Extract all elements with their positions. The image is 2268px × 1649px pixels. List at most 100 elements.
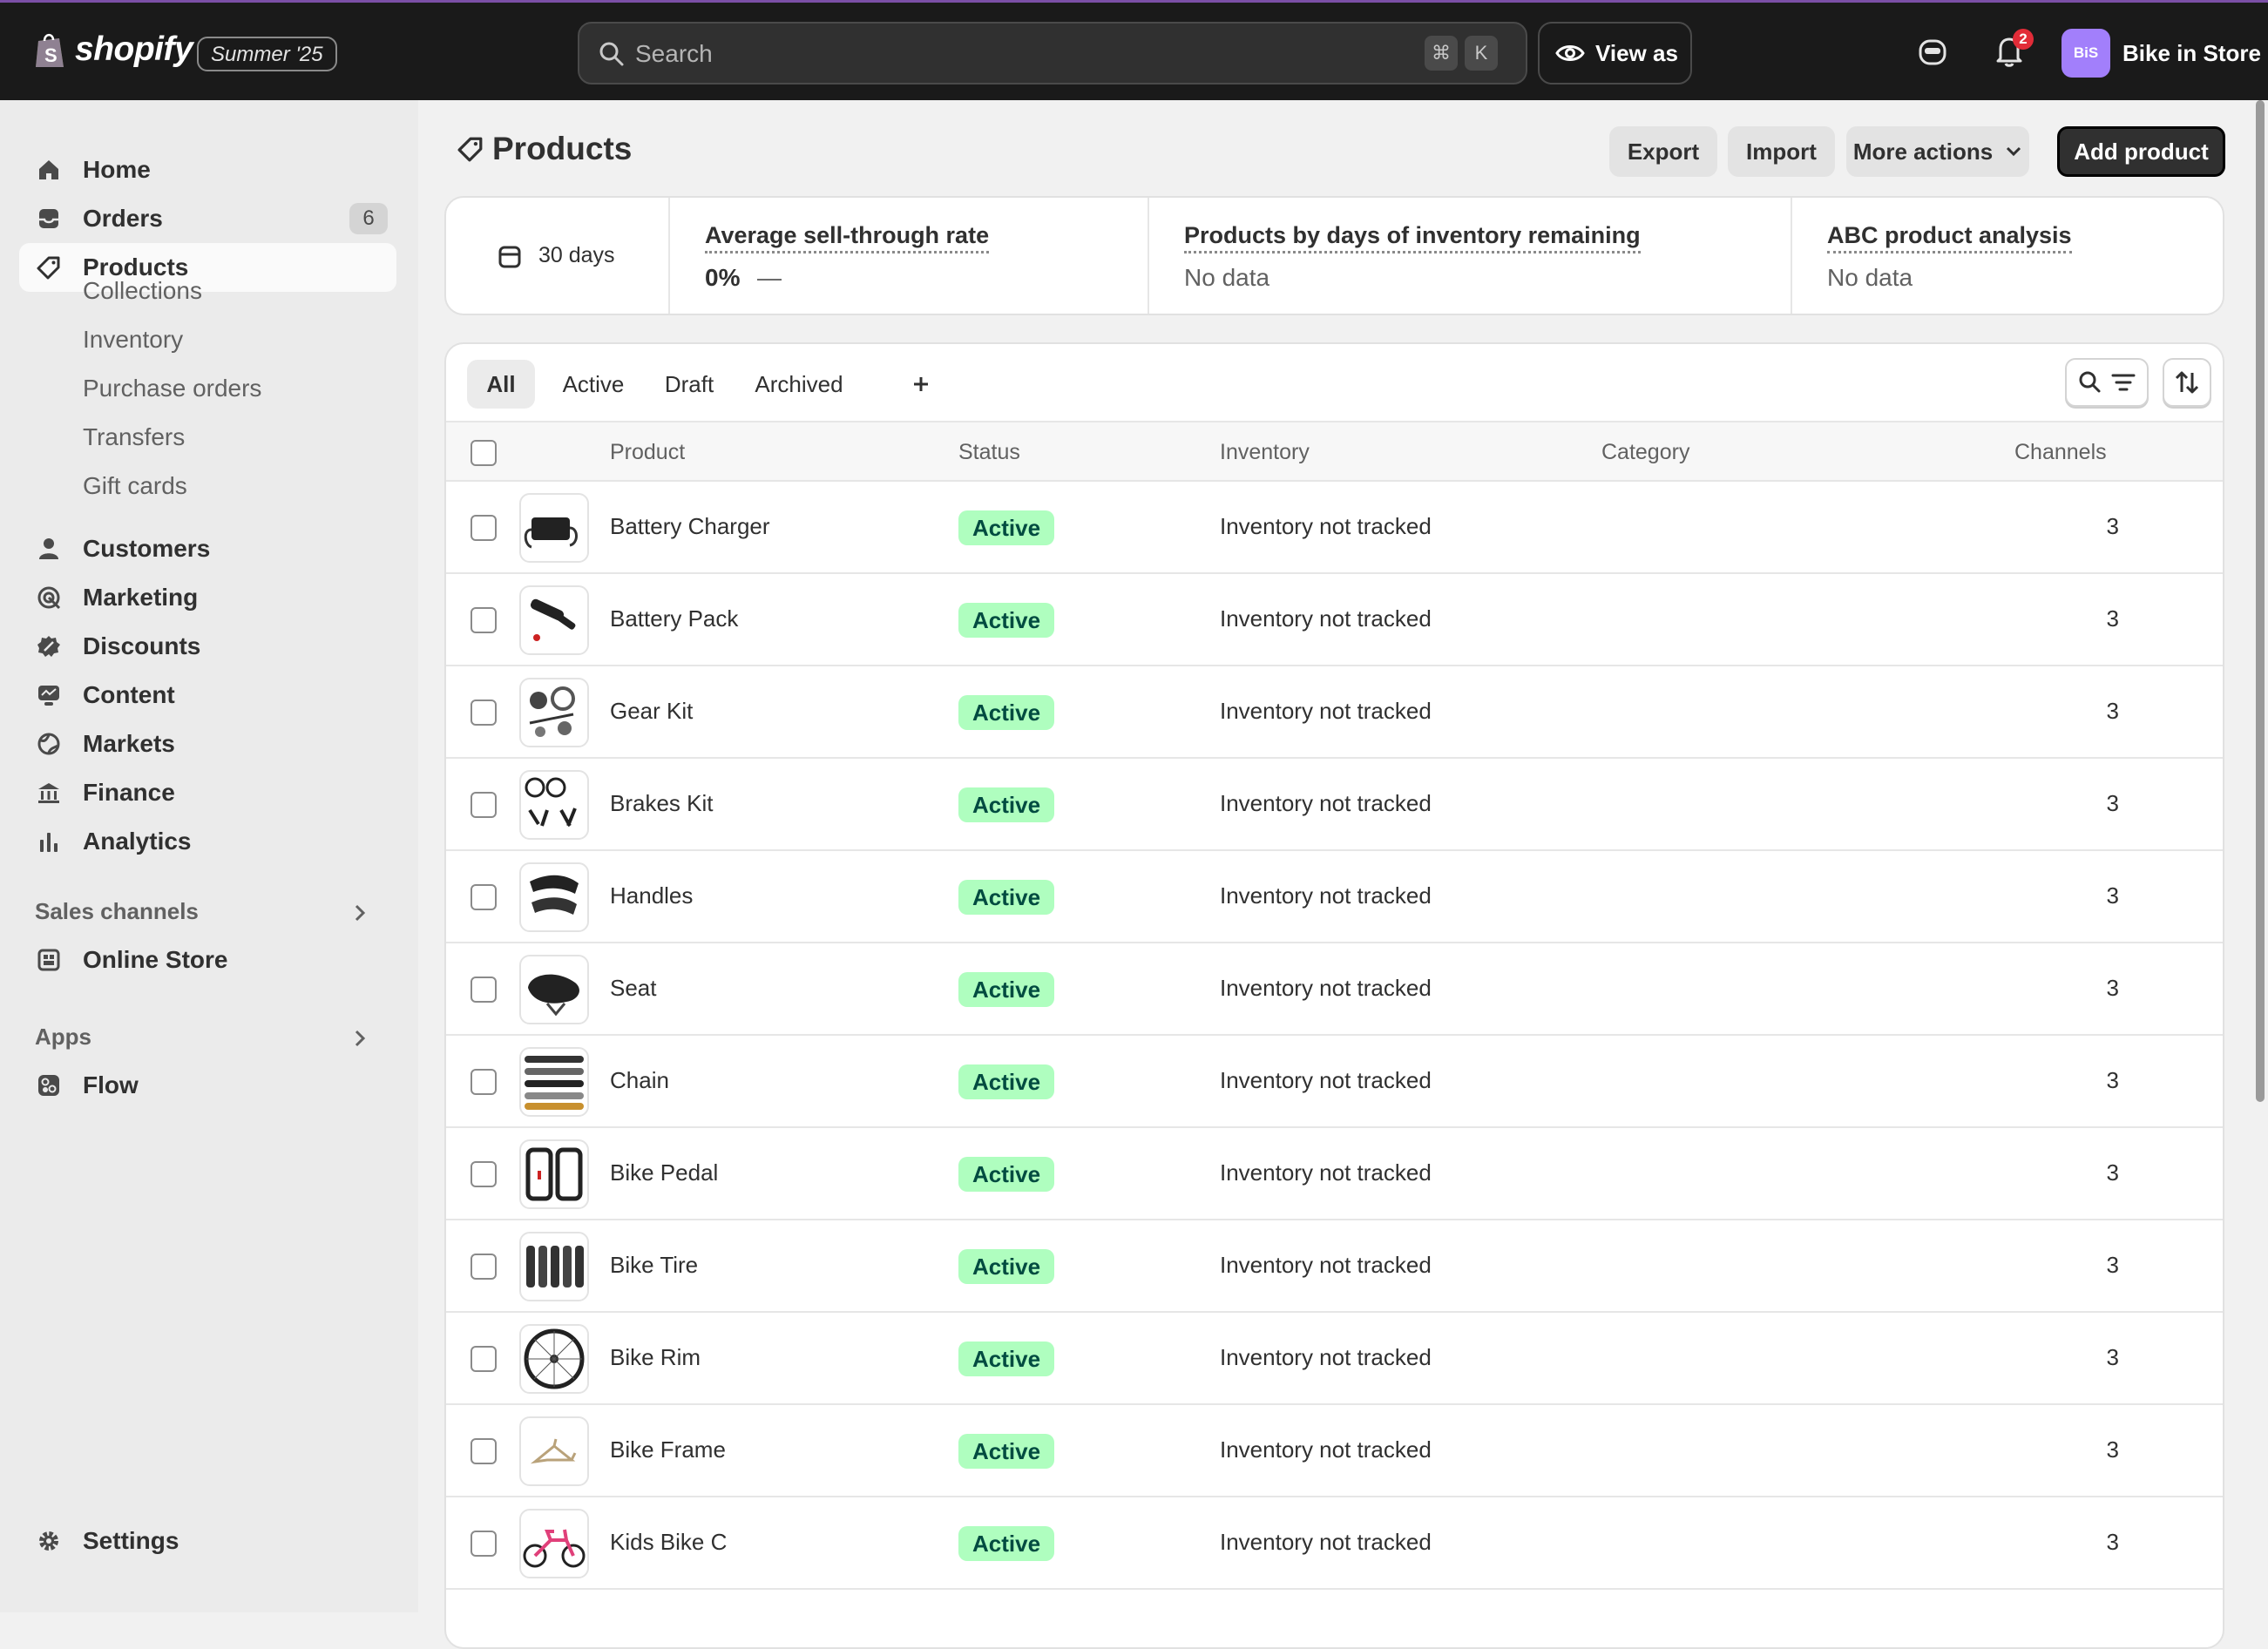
sales-channels-heading[interactable]: Sales channels xyxy=(35,898,199,925)
table-row[interactable]: Handles Active Inventory not tracked 3 xyxy=(446,851,2223,943)
product-name[interactable]: Battery Pack xyxy=(610,605,738,632)
abc-analysis-title[interactable]: ABC product analysis xyxy=(1827,222,2072,253)
search-filter-button[interactable] xyxy=(2065,358,2149,407)
row-checkbox[interactable] xyxy=(471,1161,497,1187)
sidebar-item-online-store[interactable]: Online Store xyxy=(19,936,396,984)
row-checkbox[interactable] xyxy=(471,515,497,541)
import-button[interactable]: Import xyxy=(1728,126,1835,177)
sidebar-item-customers[interactable]: Customers xyxy=(19,524,396,573)
sidebar-item-products[interactable]: Products xyxy=(19,243,396,292)
sidebar-item-analytics[interactable]: Analytics xyxy=(19,817,396,866)
row-checkbox[interactable] xyxy=(471,1069,497,1095)
date-range-picker[interactable]: 30 days xyxy=(498,243,615,268)
gear-icon xyxy=(39,1531,58,1551)
table-row[interactable]: Battery Charger Active Inventory not tra… xyxy=(446,482,2223,574)
product-name[interactable]: Bike Tire xyxy=(610,1252,698,1279)
row-checkbox[interactable] xyxy=(471,1254,497,1280)
add-product-button[interactable]: Add product xyxy=(2057,126,2225,177)
table-row[interactable]: Kids Bike C Active Inventory not tracked… xyxy=(446,1497,2223,1590)
sidebar-item-collections[interactable]: Collections xyxy=(83,277,202,305)
sell-through-title[interactable]: Average sell-through rate xyxy=(705,222,990,253)
analytics-metrics-bar: 30 days Average sell-through rate 0% — P… xyxy=(444,196,2224,315)
global-search[interactable]: ⌘ K xyxy=(578,22,1527,84)
sidebar-item-transfers[interactable]: Transfers xyxy=(83,423,185,451)
channels-count: 3 xyxy=(2106,1067,2119,1093)
column-header-category[interactable]: Category xyxy=(1601,440,1689,465)
table-row[interactable]: Seat Active Inventory not tracked 3 xyxy=(446,943,2223,1036)
sidebar-item-home[interactable]: Home xyxy=(19,145,396,194)
row-checkbox[interactable] xyxy=(471,607,497,633)
product-name[interactable]: Battery Charger xyxy=(610,513,770,540)
search-icon xyxy=(599,42,624,66)
column-header-channels[interactable]: Channels xyxy=(2014,440,2107,465)
row-checkbox[interactable] xyxy=(471,1438,497,1464)
table-row[interactable]: Brakes Kit Active Inventory not tracked … xyxy=(446,759,2223,851)
calendar-icon xyxy=(498,246,521,267)
table-row[interactable]: Bike Tire Active Inventory not tracked 3 xyxy=(446,1220,2223,1313)
sidekick-icon[interactable] xyxy=(1918,36,1947,67)
view-as-button[interactable]: View as xyxy=(1538,22,1692,84)
product-name[interactable]: Bike Rim xyxy=(610,1344,701,1371)
tab-draft[interactable]: Draft xyxy=(652,360,727,409)
sidebar-item-content[interactable]: Content xyxy=(19,671,396,720)
product-name[interactable]: Handles xyxy=(610,882,693,909)
product-name[interactable]: Brakes Kit xyxy=(610,790,714,817)
target-icon xyxy=(37,586,61,610)
table-row[interactable]: Chain Active Inventory not tracked 3 xyxy=(446,1036,2223,1128)
page-scrollbar[interactable] xyxy=(2256,100,2265,1102)
products-table-card: All Active Draft Archived Product Status… xyxy=(444,342,2224,1649)
search-input[interactable] xyxy=(633,32,1421,76)
channels-count: 3 xyxy=(2106,698,2119,724)
channels-count: 3 xyxy=(2106,882,2119,909)
column-header-inventory[interactable]: Inventory xyxy=(1220,440,1310,465)
table-row[interactable]: Gear Kit Active Inventory not tracked 3 xyxy=(446,666,2223,759)
product-thumbnail xyxy=(519,678,589,747)
add-view-button[interactable] xyxy=(899,360,943,409)
product-name[interactable]: Chain xyxy=(610,1067,669,1094)
sidebar-item-markets[interactable]: Markets xyxy=(19,720,396,768)
table-row[interactable]: Bike Rim Active Inventory not tracked 3 xyxy=(446,1313,2223,1405)
product-name[interactable]: Seat xyxy=(610,975,657,1002)
table-row[interactable]: Battery Pack Active Inventory not tracke… xyxy=(446,574,2223,666)
days-inventory-title[interactable]: Products by days of inventory remaining xyxy=(1184,222,1641,253)
tab-active[interactable]: Active xyxy=(552,360,634,409)
sidebar-item-settings[interactable]: Settings xyxy=(19,1517,396,1565)
row-checkbox[interactable] xyxy=(471,1346,497,1372)
sidebar-item-flow[interactable]: Flow xyxy=(19,1061,396,1110)
table-row[interactable]: Bike Pedal Active Inventory not tracked … xyxy=(446,1128,2223,1220)
row-checkbox[interactable] xyxy=(471,1531,497,1557)
shopify-logo[interactable]: S shopify xyxy=(33,30,193,69)
more-actions-button[interactable]: More actions xyxy=(1846,126,2029,177)
sidebar-item-finance[interactable]: Finance xyxy=(19,768,396,817)
product-name[interactable]: Gear Kit xyxy=(610,698,693,725)
column-header-product[interactable]: Product xyxy=(610,440,685,465)
column-header-status[interactable]: Status xyxy=(958,440,1020,465)
edition-badge[interactable]: Summer '25 xyxy=(197,37,337,71)
chevron-right-icon[interactable] xyxy=(351,1028,369,1049)
sort-button[interactable] xyxy=(2163,358,2211,407)
store-menu[interactable]: BiS Bike in Store xyxy=(2062,29,2261,78)
chevron-right-icon[interactable] xyxy=(351,902,369,923)
tab-all[interactable]: All xyxy=(467,360,535,409)
product-name[interactable]: Bike Frame xyxy=(610,1436,726,1463)
tab-archived[interactable]: Archived xyxy=(744,360,854,409)
export-button[interactable]: Export xyxy=(1609,126,1717,177)
status-badge: Active xyxy=(958,1249,1055,1284)
page-title: Products xyxy=(492,131,633,166)
row-checkbox[interactable] xyxy=(471,792,497,818)
sidebar-item-gift-cards[interactable]: Gift cards xyxy=(83,472,187,500)
sidebar-item-inventory[interactable]: Inventory xyxy=(83,326,183,354)
sidebar-item-discounts[interactable]: Discounts xyxy=(19,622,396,671)
sidebar-item-purchase-orders[interactable]: Purchase orders xyxy=(83,375,261,402)
select-all-checkbox[interactable] xyxy=(471,440,497,466)
row-checkbox[interactable] xyxy=(471,884,497,910)
product-name[interactable]: Kids Bike C xyxy=(610,1529,727,1556)
sidebar-item-orders[interactable]: Orders 6 xyxy=(19,194,396,243)
apps-heading[interactable]: Apps xyxy=(35,1024,91,1051)
table-row[interactable]: Bike Frame Active Inventory not tracked … xyxy=(446,1405,2223,1497)
sidebar-item-marketing[interactable]: Marketing xyxy=(19,573,396,622)
row-checkbox[interactable] xyxy=(471,699,497,726)
product-name[interactable]: Bike Pedal xyxy=(610,1159,718,1186)
inventory-status: Inventory not tracked xyxy=(1220,790,1432,816)
row-checkbox[interactable] xyxy=(471,977,497,1003)
